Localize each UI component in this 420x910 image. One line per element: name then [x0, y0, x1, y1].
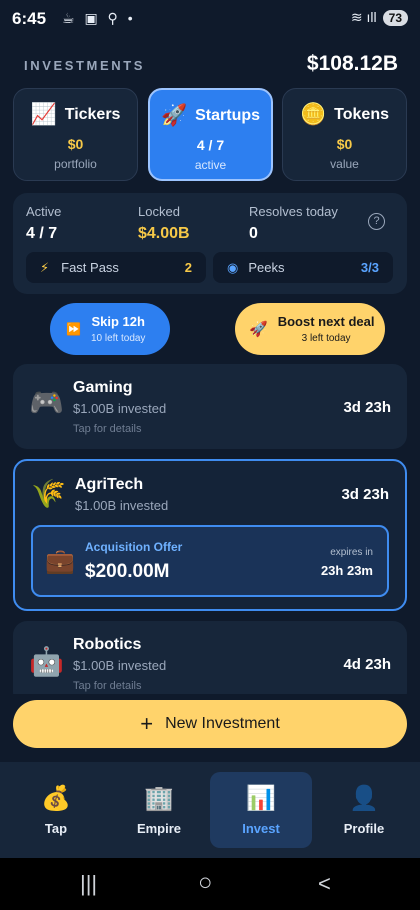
- deal-name: AgriTech: [75, 476, 144, 493]
- active-label: Active: [26, 204, 62, 219]
- deal-time: 3d 23h: [341, 486, 389, 503]
- tab-value: $0: [336, 136, 353, 152]
- total-value: $108.12B: [306, 52, 398, 75]
- plus-icon: +: [140, 711, 154, 736]
- deal-invested: $1.00B invested: [73, 658, 167, 673]
- tab-value: $0: [67, 136, 84, 152]
- offer-title: Acquisition Offer: [85, 540, 183, 554]
- tab-value: 4 / 7: [196, 137, 225, 153]
- fast-forward-icon: ⏩: [66, 322, 81, 336]
- tab-startups[interactable]: 🚀 Startups 4 / 7 active: [148, 88, 273, 181]
- status-time: 6:45: [12, 9, 47, 28]
- home-icon[interactable]: ○: [198, 869, 213, 897]
- system-nav-bar: ||| ○ <: [0, 858, 420, 910]
- nav-label: Profile: [343, 821, 385, 836]
- robot-icon: 🤖: [29, 646, 64, 677]
- deal-name: Gaming: [73, 379, 133, 396]
- wheat-icon: 🌾: [31, 478, 66, 509]
- deal-name: Robotics: [73, 636, 142, 653]
- skip-button[interactable]: ⏩ Skip 12h 10 left today: [50, 303, 170, 355]
- tab-label: Tickers: [64, 106, 121, 123]
- resolves-value: 0: [249, 225, 258, 242]
- peeks-value: 3/3: [360, 260, 379, 275]
- offer-amount: $200.00M: [85, 561, 170, 582]
- briefcase-icon: 💼: [45, 548, 75, 575]
- fast-pass-label: Fast Pass: [61, 260, 119, 275]
- active-value: 4 / 7: [26, 225, 58, 242]
- nav-empire[interactable]: 🏢 Empire: [108, 772, 210, 848]
- back-icon[interactable]: <: [318, 871, 331, 897]
- locked-value: $4.00B: [138, 225, 190, 242]
- eye-icon: ◉: [227, 259, 239, 275]
- coin-icon: 🪙: [300, 103, 327, 126]
- signal-icon: ≋ ıll: [350, 9, 377, 25]
- building-icon: 🏢: [144, 785, 174, 812]
- money-bag-icon: 💰: [41, 785, 71, 812]
- deal-card-robotics[interactable]: 🤖 Robotics $1.00B invested Tap for detai…: [13, 621, 407, 694]
- resolves-label: Resolves today: [249, 204, 338, 219]
- gamepad-icon: 🎮: [29, 387, 64, 418]
- fast-pass-pill: ⚡ Fast Pass 2: [26, 252, 206, 283]
- offer-expires-label: expires in: [330, 547, 373, 558]
- tab-sublabel: active: [194, 158, 227, 172]
- recent-apps-icon[interactable]: |||: [80, 871, 97, 897]
- tab-sublabel: value: [330, 157, 359, 171]
- tab-label: Startups: [195, 107, 261, 124]
- acquisition-offer[interactable]: 💼 Acquisition Offer $200.00M expires in …: [31, 525, 389, 597]
- rocket-icon: 🚀: [249, 321, 268, 338]
- deal-invested: $1.00B invested: [73, 401, 167, 416]
- deal-tap-hint: Tap for details: [73, 680, 142, 692]
- nav-tap[interactable]: 💰 Tap: [5, 772, 107, 848]
- help-icon[interactable]: ?: [368, 213, 385, 230]
- boost-sub: 3 left today: [301, 333, 351, 344]
- status-right: ≋ ıll 73: [351, 9, 408, 26]
- deal-invested: $1.00B invested: [75, 498, 169, 513]
- bottom-nav: 💰 Tap 🏢 Empire 📊 Invest 👤 Profile: [0, 762, 420, 858]
- deal-time: 4d 23h: [343, 656, 391, 673]
- offer-expires-time: 23h 23m: [320, 563, 373, 578]
- new-investment-label: New Investment: [165, 715, 280, 732]
- skip-sub: 10 left today: [90, 333, 146, 344]
- deal-list[interactable]: 🎮 Gaming $1.00B invested Tap for details…: [0, 364, 420, 694]
- nav-invest[interactable]: 📊 Invest: [210, 772, 312, 848]
- status-bar: 6:45 ☕ ▣ ⚲ • ≋ ıll 73: [0, 0, 420, 38]
- skip-label: Skip 12h: [91, 314, 145, 329]
- nav-profile[interactable]: 👤 Profile: [313, 772, 415, 848]
- nav-label: Empire: [136, 821, 182, 836]
- new-investment-button[interactable]: + New Investment: [13, 700, 407, 748]
- nav-label: Invest: [242, 821, 280, 836]
- tab-tokens[interactable]: 🪙 Tokens $0 value: [282, 88, 407, 181]
- tab-sublabel: portfolio: [54, 157, 97, 171]
- page-title: INVESTMENTS: [24, 58, 146, 73]
- notification-icons: ☕ ▣ ⚲ •: [62, 10, 136, 26]
- deal-card-gaming[interactable]: 🎮 Gaming $1.00B invested Tap for details…: [13, 364, 407, 449]
- tab-tickers[interactable]: 📈 Tickers $0 portfolio: [13, 88, 138, 181]
- battery-icon: 73: [382, 9, 408, 26]
- peeks-label: Peeks: [248, 260, 285, 275]
- peeks-pill: ◉ Peeks 3/3: [213, 252, 393, 283]
- tab-label: Tokens: [334, 106, 389, 123]
- deal-time: 3d 23h: [343, 399, 391, 416]
- deal-card-agritech[interactable]: 🌾 AgriTech $1.00B invested 3d 23h 💼 Acqu…: [13, 459, 407, 611]
- lightning-icon: ⚡: [40, 259, 50, 275]
- deal-tap-hint: Tap for details: [73, 423, 142, 435]
- nav-label: Tap: [44, 821, 68, 836]
- boost-label: Boost next deal: [277, 314, 375, 329]
- stats-panel: Active 4 / 7 Locked $4.00B Resolves toda…: [13, 193, 407, 294]
- rocket-icon: 🚀: [160, 104, 188, 127]
- boost-button[interactable]: 🚀 Boost next deal 3 left today: [235, 303, 385, 355]
- fast-pass-value: 2: [184, 260, 192, 275]
- chart-icon: 📈: [30, 103, 57, 126]
- profile-icon: 👤: [349, 785, 379, 812]
- locked-label: Locked: [138, 204, 180, 219]
- bar-chart-icon: 📊: [246, 785, 276, 812]
